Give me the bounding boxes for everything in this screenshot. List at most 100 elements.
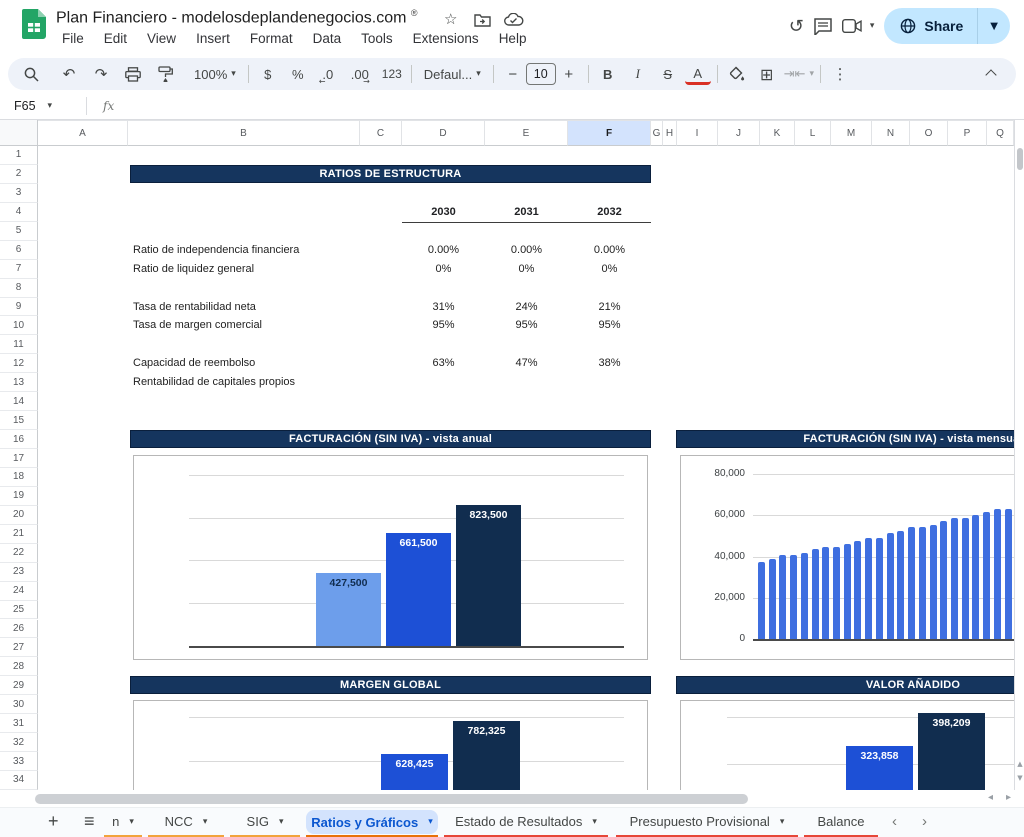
- row-header-16[interactable]: 16: [0, 430, 38, 449]
- tab-scroll-right-icon[interactable]: ›: [922, 813, 927, 830]
- row-header-4[interactable]: 4: [0, 203, 38, 222]
- horizontal-scrollbar-thumb[interactable]: [35, 794, 748, 804]
- row-header-3[interactable]: 3: [0, 184, 38, 203]
- zoom-select[interactable]: 100% ▾: [188, 61, 242, 87]
- row-header-9[interactable]: 9: [0, 298, 38, 317]
- sheet-tab-presupuesto-provisional[interactable]: Presupuesto Provisional▾: [616, 808, 798, 835]
- text-color-button[interactable]: A: [685, 65, 711, 85]
- row-header-14[interactable]: 14: [0, 392, 38, 411]
- row-header-17[interactable]: 17: [0, 449, 38, 468]
- undo-button[interactable]: ↶: [56, 61, 82, 87]
- row-header-12[interactable]: 12: [0, 354, 38, 373]
- column-header-P[interactable]: P: [948, 120, 987, 146]
- sheet-tab-sig[interactable]: SIG▾: [230, 808, 300, 835]
- cloud-saved-icon[interactable]: [504, 13, 524, 27]
- row-header-20[interactable]: 20: [0, 506, 38, 525]
- sheet-tab-menu-icon[interactable]: ▾: [428, 817, 433, 827]
- menu-file[interactable]: File: [54, 29, 92, 48]
- row-header-23[interactable]: 23: [0, 563, 38, 582]
- column-header-K[interactable]: K: [760, 120, 795, 146]
- row-header-32[interactable]: 32: [0, 733, 38, 752]
- column-header-B[interactable]: B: [128, 120, 360, 146]
- row-header-18[interactable]: 18: [0, 468, 38, 487]
- row-header-7[interactable]: 7: [0, 260, 38, 279]
- print-button[interactable]: [120, 61, 146, 87]
- sheets-logo-icon[interactable]: [22, 9, 46, 39]
- decrease-font-size-button[interactable]: −: [500, 61, 526, 87]
- menu-data[interactable]: Data: [305, 29, 350, 48]
- sheet-tab-n[interactable]: n▾: [104, 808, 142, 835]
- row-header-22[interactable]: 22: [0, 544, 38, 563]
- vertical-scrollbar[interactable]: ▲ ▼: [1014, 120, 1024, 790]
- sheet-tab-menu-icon[interactable]: ▾: [592, 817, 597, 827]
- row-header-1[interactable]: 1: [0, 146, 38, 165]
- row-header-25[interactable]: 25: [0, 601, 38, 620]
- all-sheets-button[interactable]: ≡: [84, 811, 95, 832]
- row-header-21[interactable]: 21: [0, 525, 38, 544]
- column-header-O[interactable]: O: [910, 120, 948, 146]
- column-header-H[interactable]: H: [663, 120, 677, 146]
- tab-scroll-left-icon[interactable]: ‹: [892, 813, 897, 830]
- menu-extensions[interactable]: Extensions: [405, 29, 487, 48]
- merge-cells-button[interactable]: ⇥⇤ ▾: [784, 61, 814, 87]
- move-to-folder-icon[interactable]: [474, 13, 491, 27]
- sheet-tab-menu-icon[interactable]: ▾: [780, 817, 785, 827]
- star-icon[interactable]: ☆: [444, 10, 457, 28]
- increase-font-size-button[interactable]: +: [556, 61, 582, 87]
- column-header-L[interactable]: L: [795, 120, 831, 146]
- row-header-28[interactable]: 28: [0, 657, 38, 676]
- version-history-icon[interactable]: ↺: [789, 16, 804, 37]
- increase-decimals-button[interactable]: .00 →: [347, 61, 373, 87]
- column-header-C[interactable]: C: [360, 120, 402, 146]
- share-button[interactable]: Share ▼: [884, 8, 1010, 44]
- scroll-down-icon[interactable]: ▼: [1015, 774, 1024, 782]
- row-header-24[interactable]: 24: [0, 582, 38, 601]
- column-header-J[interactable]: J: [718, 120, 760, 146]
- row-header-26[interactable]: 26: [0, 620, 38, 639]
- comments-icon[interactable]: [814, 18, 832, 35]
- scroll-right-icon[interactable]: ▸: [1006, 792, 1011, 803]
- font-size-input[interactable]: 10: [526, 63, 556, 85]
- fill-color-button[interactable]: [724, 61, 750, 87]
- column-header-M[interactable]: M: [831, 120, 872, 146]
- sheet-tab-menu-icon[interactable]: ▾: [129, 817, 134, 827]
- column-header-F[interactable]: F: [568, 120, 651, 146]
- row-header-29[interactable]: 29: [0, 676, 38, 695]
- name-box[interactable]: F65 ▾: [0, 99, 86, 113]
- share-caret-icon[interactable]: ▼: [978, 21, 1010, 32]
- menu-help[interactable]: Help: [491, 29, 535, 48]
- column-header-Q[interactable]: Q: [987, 120, 1014, 146]
- row-header-30[interactable]: 30: [0, 695, 38, 714]
- more-formats-button[interactable]: 123: [379, 61, 405, 87]
- column-header-G[interactable]: G: [651, 120, 663, 146]
- format-currency-button[interactable]: $: [255, 61, 281, 87]
- sheet-tab-ncc[interactable]: NCC▾: [148, 808, 224, 835]
- row-header-13[interactable]: 13: [0, 373, 38, 392]
- sheet-tab-balance[interactable]: Balance: [804, 808, 878, 835]
- column-header-A[interactable]: A: [38, 120, 128, 146]
- scroll-left-icon[interactable]: ◂: [988, 792, 993, 803]
- italic-button[interactable]: I: [625, 61, 651, 87]
- row-header-34[interactable]: 34: [0, 771, 38, 790]
- row-header-10[interactable]: 10: [0, 316, 38, 335]
- menu-format[interactable]: Format: [242, 29, 301, 48]
- decrease-decimals-button[interactable]: .0 ←: [315, 61, 341, 87]
- add-sheet-button[interactable]: +: [48, 811, 59, 832]
- paint-format-button[interactable]: [152, 61, 178, 87]
- column-header-E[interactable]: E: [485, 120, 568, 146]
- font-select[interactable]: Defaul... ▾: [418, 61, 487, 87]
- column-header-N[interactable]: N: [872, 120, 910, 146]
- search-menus-button[interactable]: [18, 61, 44, 87]
- row-header-5[interactable]: 5: [0, 222, 38, 241]
- row-header-11[interactable]: 11: [0, 335, 38, 354]
- row-header-33[interactable]: 33: [0, 752, 38, 771]
- menu-insert[interactable]: Insert: [188, 29, 238, 48]
- row-header-15[interactable]: 15: [0, 411, 38, 430]
- sheet-tab-menu-icon[interactable]: ▾: [279, 817, 284, 827]
- row-header-2[interactable]: 2: [0, 165, 38, 184]
- redo-button[interactable]: ↷: [88, 61, 114, 87]
- column-header-D[interactable]: D: [402, 120, 485, 146]
- meet-button[interactable]: ▾: [842, 19, 875, 33]
- menu-view[interactable]: View: [139, 29, 184, 48]
- row-header-6[interactable]: 6: [0, 241, 38, 260]
